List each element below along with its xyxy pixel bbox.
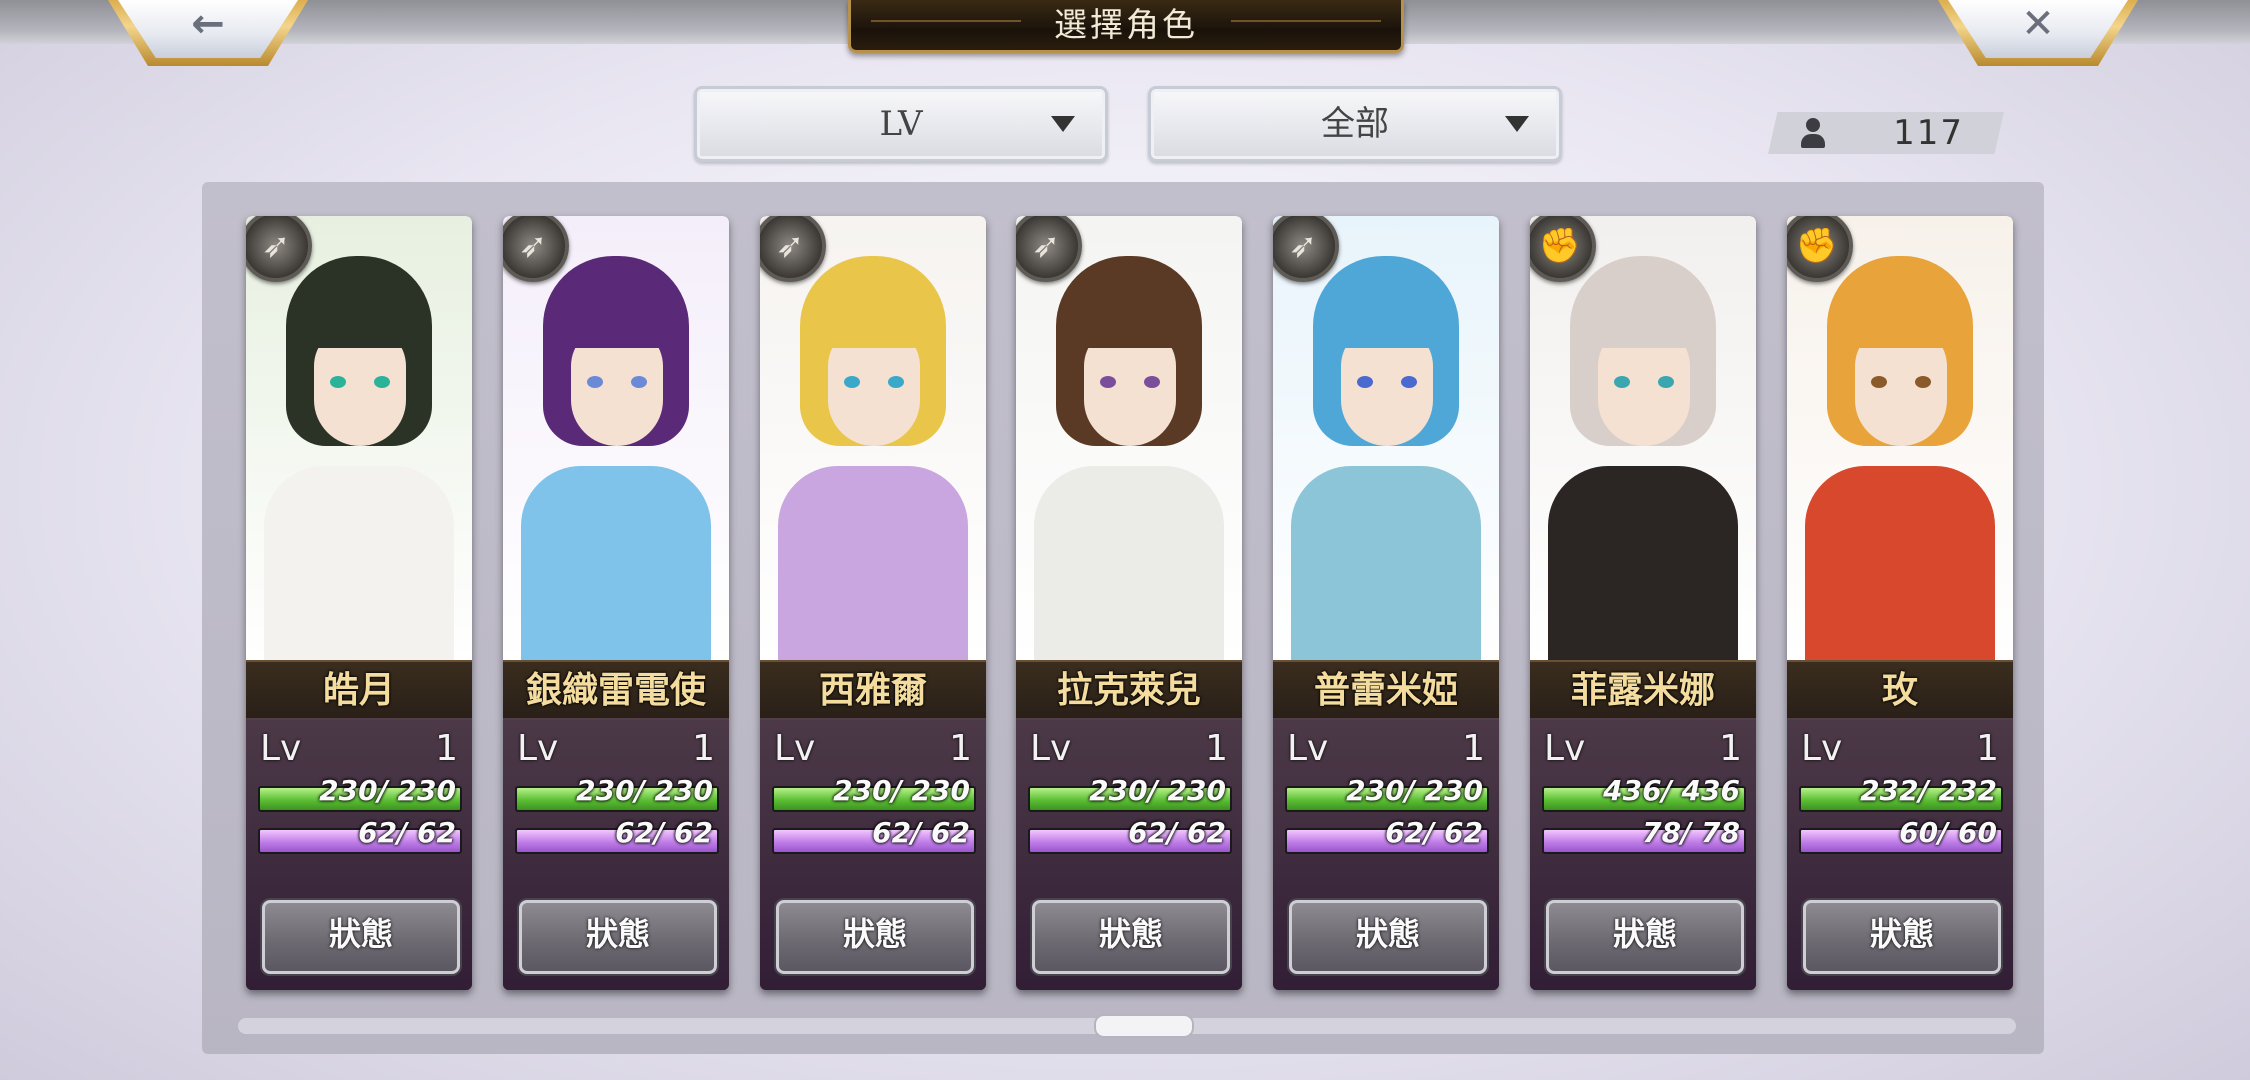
mp-bar: 62/ 62	[772, 816, 976, 854]
title-plate: 選擇角色	[848, 0, 1404, 53]
status-button[interactable]: 狀態	[1289, 900, 1487, 974]
character-card-7[interactable]: ✊ 玫 Lv 1 232/ 232 60/ 60 狀態	[1787, 216, 2013, 990]
character-portrait	[1787, 216, 2013, 666]
mp-bar: 62/ 62	[1285, 816, 1489, 854]
mp-bar: 62/ 62	[258, 816, 462, 854]
character-card-6[interactable]: ✊ 菲露米娜 Lv 1 436/ 436 78/ 78 狀態	[1530, 216, 1756, 990]
hp-bar: 230/ 230	[772, 774, 976, 812]
level-value: 1	[1976, 728, 1999, 769]
mp-value: 62/ 62	[1385, 816, 1483, 849]
character-name: 銀織雷電使	[503, 660, 729, 720]
mp-value: 62/ 62	[1128, 816, 1226, 849]
character-card-5[interactable]: ➶ 普蕾米婭 Lv 1 230/ 230 62/ 62 狀態	[1273, 216, 1499, 990]
sort-dropdown-value: LV	[879, 104, 923, 144]
mp-bar: 60/ 60	[1799, 816, 2003, 854]
close-button[interactable]: ✕	[1938, 0, 2138, 66]
level-label: Lv	[774, 728, 816, 769]
chevron-down-icon	[1505, 116, 1529, 132]
character-card-3[interactable]: ➶ 西雅爾 Lv 1 230/ 230 62/ 62 狀態	[760, 216, 986, 990]
page-title: 選擇角色	[1054, 5, 1198, 44]
level-label: Lv	[260, 728, 302, 769]
character-stats: Lv 1 230/ 230 62/ 62 狀態	[246, 718, 472, 990]
level-label: Lv	[1287, 728, 1329, 769]
scrollbar-thumb[interactable]	[1094, 1014, 1194, 1038]
character-stats: Lv 1 230/ 230 62/ 62 狀態	[760, 718, 986, 990]
hp-value: 230/ 230	[1346, 774, 1483, 807]
level-value: 1	[435, 728, 458, 769]
hp-value: 230/ 230	[319, 774, 456, 807]
mp-bar: 62/ 62	[515, 816, 719, 854]
character-name: 玫	[1787, 660, 2013, 720]
character-portrait	[246, 216, 472, 666]
character-name: 西雅爾	[760, 660, 986, 720]
mp-value: 62/ 62	[358, 816, 456, 849]
chevron-down-icon	[1051, 116, 1075, 132]
sort-dropdown[interactable]: LV	[694, 86, 1108, 162]
status-button[interactable]: 狀態	[776, 900, 974, 974]
character-name: 菲露米娜	[1530, 660, 1756, 720]
mp-bar: 78/ 78	[1542, 816, 1746, 854]
hp-bar: 230/ 230	[258, 774, 462, 812]
status-button[interactable]: 狀態	[519, 900, 717, 974]
category-dropdown-value: 全部	[1321, 104, 1389, 144]
character-name: 普蕾米婭	[1273, 660, 1499, 720]
hp-bar: 232/ 232	[1799, 774, 2003, 812]
status-button[interactable]: 狀態	[1546, 900, 1744, 974]
hp-bar: 230/ 230	[1028, 774, 1232, 812]
hp-value: 230/ 230	[1089, 774, 1226, 807]
hp-bar: 230/ 230	[1285, 774, 1489, 812]
character-portrait	[760, 216, 986, 666]
hp-bar: 230/ 230	[515, 774, 719, 812]
level-label: Lv	[517, 728, 559, 769]
character-count: 117	[1768, 112, 2004, 154]
character-name: 拉克萊兒	[1016, 660, 1242, 720]
character-card-2[interactable]: ➶ 銀織雷電使 Lv 1 230/ 230 62/ 62 狀態	[503, 216, 729, 990]
hp-value: 232/ 232	[1860, 774, 1997, 807]
status-button[interactable]: 狀態	[1803, 900, 2001, 974]
hp-value: 230/ 230	[833, 774, 970, 807]
character-name: 皓月	[246, 660, 472, 720]
level-label: Lv	[1801, 728, 1843, 769]
level-label: Lv	[1544, 728, 1586, 769]
person-icon	[1798, 118, 1828, 148]
mp-value: 62/ 62	[615, 816, 713, 849]
level-value: 1	[1719, 728, 1742, 769]
character-portrait	[1016, 216, 1242, 666]
category-dropdown[interactable]: 全部	[1148, 86, 1562, 162]
hp-value: 230/ 230	[576, 774, 713, 807]
mp-value: 78/ 78	[1642, 816, 1740, 849]
character-stats: Lv 1 230/ 230 62/ 62 狀態	[1273, 718, 1499, 990]
character-portrait	[1530, 216, 1756, 666]
character-stats: Lv 1 232/ 232 60/ 60 狀態	[1787, 718, 2013, 990]
character-stats: Lv 1 436/ 436 78/ 78 狀態	[1530, 718, 1756, 990]
close-icon: ✕	[2021, 1, 2055, 47]
level-value: 1	[692, 728, 715, 769]
back-button[interactable]: ←	[108, 0, 308, 66]
level-label: Lv	[1030, 728, 1072, 769]
hp-bar: 436/ 436	[1542, 774, 1746, 812]
status-button[interactable]: 狀態	[1032, 900, 1230, 974]
mp-bar: 62/ 62	[1028, 816, 1232, 854]
level-value: 1	[1462, 728, 1485, 769]
level-value: 1	[949, 728, 972, 769]
character-card-1[interactable]: ➶ 皓月 Lv 1 230/ 230 62/ 62 狀態	[246, 216, 472, 990]
mp-value: 62/ 62	[872, 816, 970, 849]
character-stats: Lv 1 230/ 230 62/ 62 狀態	[1016, 718, 1242, 990]
character-count-value: 117	[1893, 113, 1964, 153]
character-stats: Lv 1 230/ 230 62/ 62 狀態	[503, 718, 729, 990]
character-portrait	[503, 216, 729, 666]
hp-value: 436/ 436	[1603, 774, 1740, 807]
status-button[interactable]: 狀態	[262, 900, 460, 974]
character-portrait	[1273, 216, 1499, 666]
level-value: 1	[1205, 728, 1228, 769]
mp-value: 60/ 60	[1899, 816, 1997, 849]
arrow-left-icon: ←	[191, 1, 225, 47]
character-card-4[interactable]: ➶ 拉克萊兒 Lv 1 230/ 230 62/ 62 狀態	[1016, 216, 1242, 990]
